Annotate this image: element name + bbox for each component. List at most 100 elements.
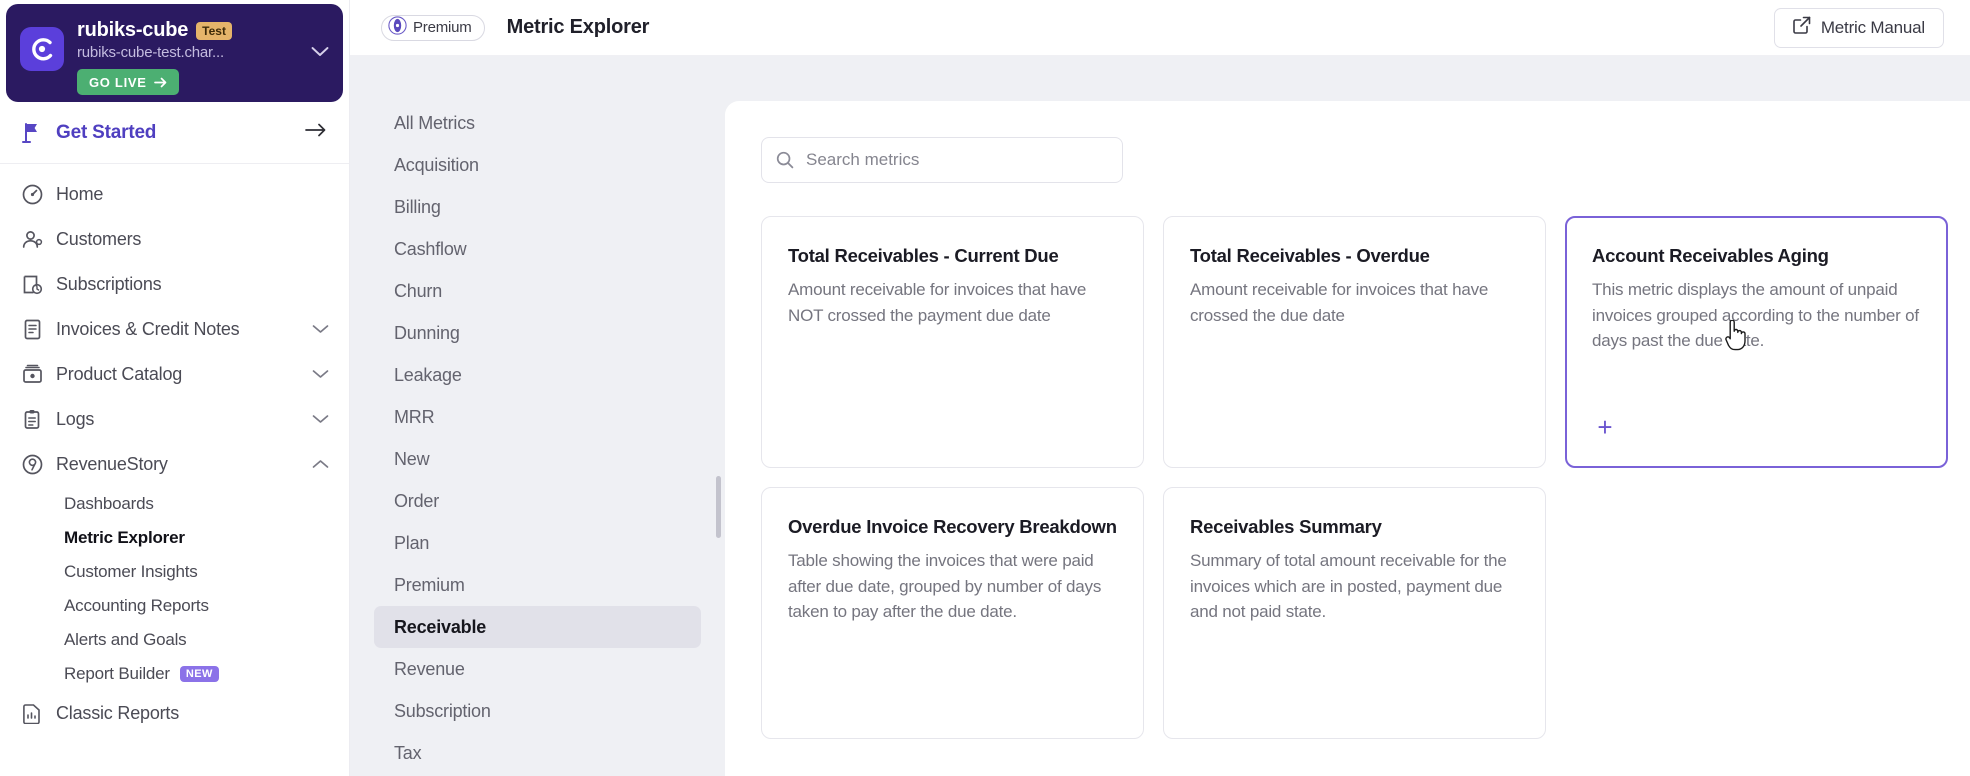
search-icon [776, 151, 794, 169]
sidebar-item-classic-reports[interactable]: Classic Reports [0, 691, 349, 736]
category-label: Acquisition [394, 154, 479, 175]
sidebar-item-accounting-reports[interactable]: Accounting Reports [0, 589, 349, 623]
metric-card-title: Total Receivables - Overdue [1190, 245, 1430, 266]
sidebar-item-home[interactable]: Home [0, 172, 349, 217]
category-item-mrr[interactable]: MRR [374, 396, 701, 438]
search-input[interactable] [806, 150, 1108, 170]
app-root: rubiks-cube Test rubiks-cube-test.char..… [0, 0, 1970, 776]
calendar-clock-icon [22, 274, 48, 295]
metric-card-description: Table showing the invoices that were pai… [788, 551, 1102, 621]
sidebar-sub-label: Customer Insights [64, 562, 198, 581]
chevron-down-icon[interactable] [312, 321, 329, 339]
sidebar-item-subscriptions[interactable]: Subscriptions [0, 262, 349, 307]
category-item-revenue[interactable]: Revenue [374, 648, 701, 690]
metric-card-title: Receivables Summary [1190, 516, 1382, 537]
category-item-leakage[interactable]: Leakage [374, 354, 701, 396]
metric-manual-button[interactable]: Metric Manual [1773, 7, 1944, 48]
premium-badge-icon [388, 15, 407, 40]
category-item-tax[interactable]: Tax [374, 732, 701, 774]
metric-card-total-receivables-overdue[interactable]: Total Receivables - Overdue Amount recei… [1163, 216, 1546, 468]
go-live-label: GO LIVE [89, 74, 147, 90]
category-item-churn[interactable]: Churn [374, 270, 701, 312]
metric-card-receivables-summary[interactable]: Receivables Summary Summary of total amo… [1163, 487, 1546, 739]
metric-card-total-receivables-current-due[interactable]: Total Receivables - Current Due Amount r… [761, 216, 1144, 468]
category-item-plan[interactable]: Plan [374, 522, 701, 564]
category-item-billing[interactable]: Billing [374, 186, 701, 228]
category-item-all-metrics[interactable]: All Metrics [374, 102, 701, 144]
catalog-icon [22, 364, 48, 385]
new-badge: NEW [179, 666, 219, 682]
category-item-cashflow[interactable]: Cashflow [374, 228, 701, 270]
metric-card-overdue-invoice-recovery-breakdown[interactable]: Overdue Invoice Recovery Breakdown Table… [761, 487, 1144, 739]
revenue-icon [22, 454, 48, 475]
chargebee-logo-icon [20, 27, 64, 71]
metric-card-description: Amount receivable for invoices that have… [1190, 280, 1489, 325]
top-bar: Premium Metric Explorer Metric Manual [350, 0, 1970, 56]
category-item-order[interactable]: Order [374, 480, 701, 522]
category-label: Churn [394, 280, 443, 301]
category-scrollbar[interactable] [716, 476, 721, 538]
sidebar-item-label: RevenueStory [56, 454, 168, 474]
category-item-acquisition[interactable]: Acquisition [374, 144, 701, 186]
sidebar-item-metric-explorer[interactable]: Metric Explorer [0, 521, 349, 555]
sidebar-item-label: Classic Reports [56, 703, 180, 723]
sidebar-sub-label: Metric Explorer [64, 528, 185, 547]
org-domain: rubiks-cube-test.char... [77, 44, 224, 61]
sidebar-item-logs[interactable]: Logs [0, 397, 349, 442]
sidebar-item-invoices-credit-notes[interactable]: Invoices & Credit Notes [0, 307, 349, 352]
category-label: New [394, 448, 430, 469]
category-item-subscription[interactable]: Subscription [374, 690, 701, 732]
metric-card-account-receivables-aging[interactable]: Account Receivables Aging This metric di… [1565, 216, 1948, 468]
sidebar-item-alerts-and-goals[interactable]: Alerts and Goals [0, 623, 349, 657]
sidebar-item-customers[interactable]: Customers [0, 217, 349, 262]
org-name: rubiks-cube [77, 19, 189, 41]
metric-card-grid: Total Receivables - Current Due Amount r… [761, 216, 1970, 739]
get-started-label: Get Started [56, 121, 157, 143]
report-icon [22, 703, 48, 724]
metrics-panel: Total Receivables - Current Due Amount r… [725, 101, 1970, 776]
search-metrics-box[interactable] [761, 137, 1123, 183]
metric-manual-label: Metric Manual [1820, 17, 1925, 37]
category-item-premium[interactable]: Premium [374, 564, 701, 606]
sidebar-item-label: Customers [56, 229, 142, 249]
category-label: MRR [394, 406, 435, 427]
sidebar-item-dashboards[interactable]: Dashboards [0, 487, 349, 521]
category-label: Dunning [394, 322, 460, 343]
sidebar-item-label: Product Catalog [56, 364, 183, 384]
page-title: Metric Explorer [506, 16, 650, 38]
sidebar-item-customer-insights[interactable]: Customer Insights [0, 555, 349, 589]
category-item-new[interactable]: New [374, 438, 701, 480]
sidebar-item-revenuestory[interactable]: RevenueStory [0, 442, 349, 487]
metric-card-title: Total Receivables - Current Due [788, 245, 1059, 266]
external-link-icon [1793, 16, 1811, 39]
category-label: Cashflow [394, 238, 467, 259]
chevron-down-icon[interactable] [312, 366, 329, 384]
sidebar-item-report-builder[interactable]: Report Builder NEW [0, 657, 349, 691]
add-metric-button[interactable]: + [1593, 414, 1617, 440]
category-item-dunning[interactable]: Dunning [374, 312, 701, 354]
sidebar-sub-label: Accounting Reports [64, 596, 209, 615]
go-live-button[interactable]: GO LIVE [77, 69, 179, 95]
sidebar-sub-label: Dashboards [64, 494, 154, 513]
chevron-down-icon[interactable] [312, 411, 329, 429]
main-area: Premium Metric Explorer Metric Manual Al… [350, 0, 1970, 776]
flag-icon [22, 122, 48, 143]
sidebar-item-get-started[interactable]: Get Started [0, 102, 349, 164]
sidebar-sub-label: Alerts and Goals [64, 630, 187, 649]
premium-chip[interactable]: Premium [381, 14, 485, 41]
premium-label: Premium [413, 19, 472, 36]
sidebar-nav: Home Customers Subscriptions Invoices & … [0, 164, 349, 736]
org-switcher-card[interactable]: rubiks-cube Test rubiks-cube-test.char..… [6, 4, 343, 102]
arrow-right-icon [153, 77, 166, 87]
arrow-right-icon [305, 123, 327, 142]
chevron-down-icon[interactable] [311, 44, 329, 62]
category-item-receivable[interactable]: Receivable [374, 606, 701, 648]
chevron-up-icon[interactable] [312, 456, 329, 474]
sidebar-item-product-catalog[interactable]: Product Catalog [0, 352, 349, 397]
explorer-body: All Metrics Acquisition Billing Cashflow… [350, 56, 1970, 776]
sidebar-sub-label: Report Builder [64, 664, 170, 683]
sidebar: rubiks-cube Test rubiks-cube-test.char..… [0, 0, 350, 776]
category-label: Subscription [394, 700, 491, 721]
metric-card-description: Amount receivable for invoices that have… [788, 280, 1087, 325]
gauge-icon [22, 184, 48, 205]
